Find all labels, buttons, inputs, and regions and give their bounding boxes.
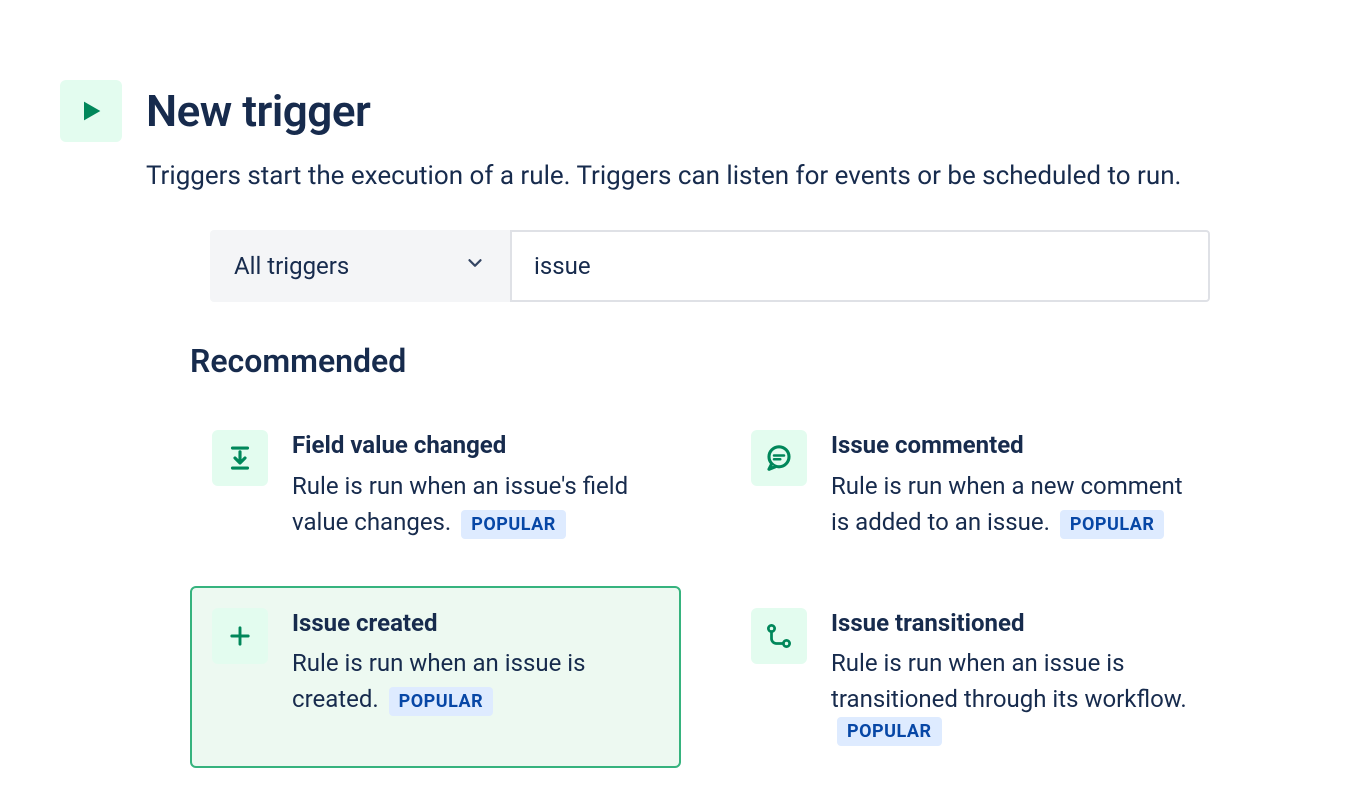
trigger-card-title: Issue commented	[831, 430, 1198, 461]
trigger-card-description: Rule is run when an issue's field value …	[292, 472, 628, 536]
comment-icon	[751, 430, 807, 486]
chevron-down-icon	[464, 252, 486, 280]
trigger-card-issue-created[interactable]: Issue created Rule is run when an issue …	[190, 586, 681, 768]
popular-badge: POPULAR	[389, 687, 494, 716]
trigger-card-field-value-changed[interactable]: Field value changed Rule is run when an …	[190, 408, 681, 561]
trigger-card-description: Rule is run when an issue is transitione…	[831, 649, 1187, 713]
trigger-card-title: Issue created	[292, 608, 659, 639]
trigger-card-title: Field value changed	[292, 430, 659, 461]
plus-icon	[212, 608, 268, 664]
trigger-card-issue-transitioned[interactable]: Issue transitioned Rule is run when an i…	[729, 586, 1220, 768]
dropdown-label: All triggers	[234, 252, 349, 280]
popular-badge: POPULAR	[1060, 510, 1165, 539]
search-input[interactable]	[510, 230, 1210, 302]
trigger-card-title: Issue transitioned	[831, 608, 1198, 639]
field-change-icon	[212, 430, 268, 486]
trigger-card-issue-commented[interactable]: Issue commented Rule is run when a new c…	[729, 408, 1220, 561]
page-description: Triggers start the execution of a rule. …	[146, 158, 1220, 194]
page-title: New trigger	[146, 85, 370, 137]
transition-icon	[751, 608, 807, 664]
popular-badge: POPULAR	[837, 717, 942, 746]
section-title-recommended: Recommended	[190, 342, 1220, 380]
trigger-category-dropdown[interactable]: All triggers	[210, 230, 510, 302]
popular-badge: POPULAR	[461, 510, 566, 539]
play-icon	[60, 80, 122, 142]
